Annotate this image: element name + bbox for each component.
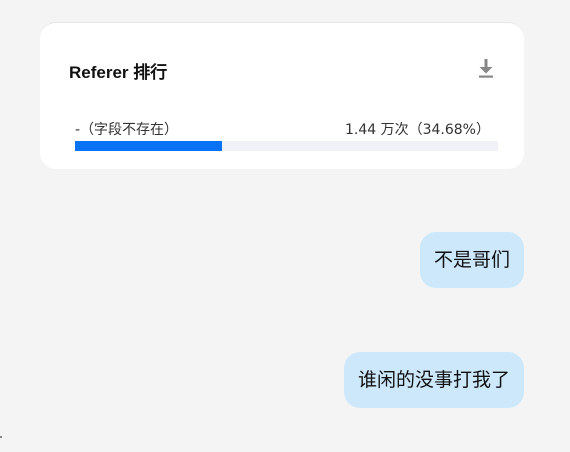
chat-message-bubble: 不是哥们: [419, 232, 524, 288]
referer-share-bar-fill: [75, 141, 222, 151]
referer-share-bar: [75, 141, 498, 151]
referer-row-label: -（字段不存在）: [75, 122, 179, 138]
corner-mark: [0, 436, 2, 438]
chat-message-bubble: 谁闲的没事打我了: [343, 352, 524, 408]
referer-row-value: 1.44 万次（34.68%）: [344, 122, 490, 138]
download-icon[interactable]: [476, 57, 496, 79]
referer-ranking-card: Referer 排行 -（字段不存在） 1.44 万次（34.68%）: [40, 22, 524, 169]
card-title: Referer 排行: [69, 63, 168, 82]
